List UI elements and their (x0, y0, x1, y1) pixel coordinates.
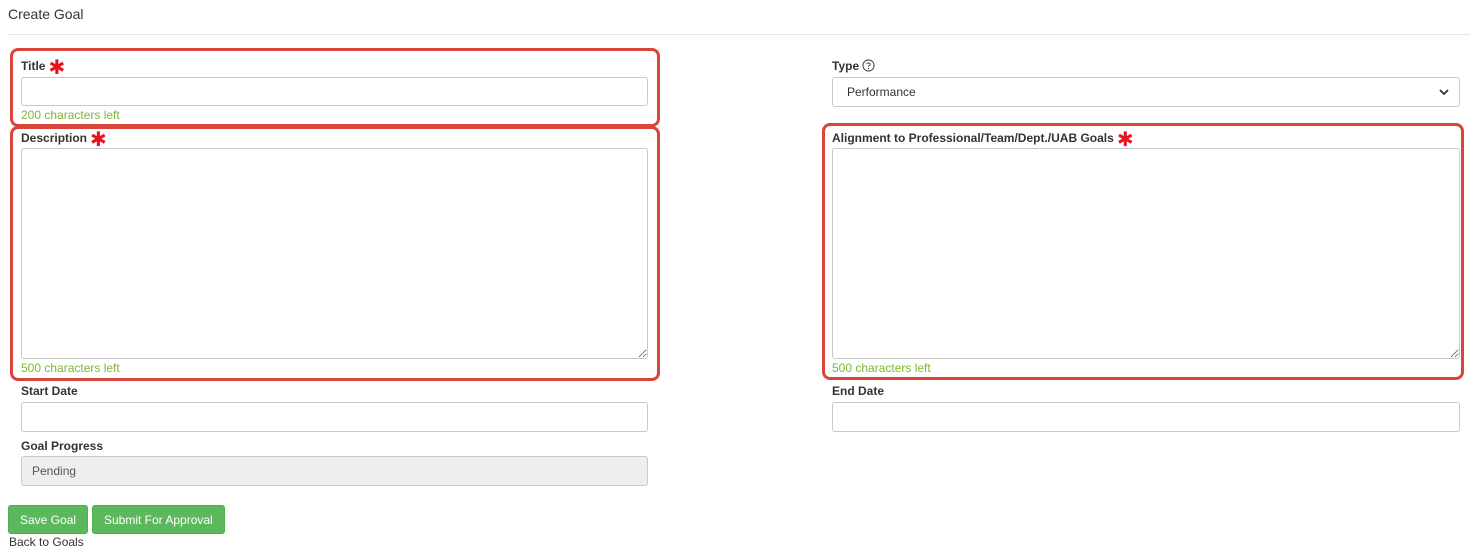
goal-progress-field: Pending (21, 456, 648, 486)
alignment-textarea[interactable] (832, 148, 1460, 359)
page-title: Create Goal (8, 6, 84, 22)
goal-progress-label: Goal Progress (21, 439, 104, 453)
question-circle-icon[interactable] (862, 59, 875, 72)
back-to-goals-link[interactable]: Back to Goals (9, 535, 84, 549)
start-date-label: Start Date (21, 384, 78, 398)
description-label-text: Description (21, 131, 88, 145)
alignment-char-counter: 500 characters left (832, 361, 931, 375)
type-label: Type (832, 59, 875, 73)
type-label-text: Type (832, 59, 860, 73)
submit-for-approval-button[interactable]: Submit For Approval (92, 505, 225, 534)
chevron-down-icon (1439, 89, 1449, 96)
end-date-label: End Date (832, 384, 885, 398)
end-date-input[interactable] (832, 402, 1460, 432)
title-char-counter: 200 characters left (21, 108, 120, 122)
type-selected-value: Performance (847, 85, 916, 99)
title-label: Title ✱ (21, 58, 65, 78)
title-label-text: Title (21, 59, 46, 73)
type-select[interactable]: Performance (832, 77, 1460, 107)
start-date-input[interactable] (21, 402, 648, 432)
description-char-counter: 500 characters left (21, 361, 120, 375)
required-asterisk-icon: ✱ (48, 57, 66, 79)
alignment-label-text: Alignment to Professional/Team/Dept./UAB… (832, 131, 1114, 145)
description-textarea[interactable] (21, 148, 648, 359)
title-divider (8, 34, 1470, 35)
description-label: Description ✱ (21, 130, 107, 150)
alignment-label: Alignment to Professional/Team/Dept./UAB… (832, 130, 1134, 150)
save-goal-button[interactable]: Save Goal (8, 505, 89, 534)
title-input[interactable] (21, 77, 648, 106)
